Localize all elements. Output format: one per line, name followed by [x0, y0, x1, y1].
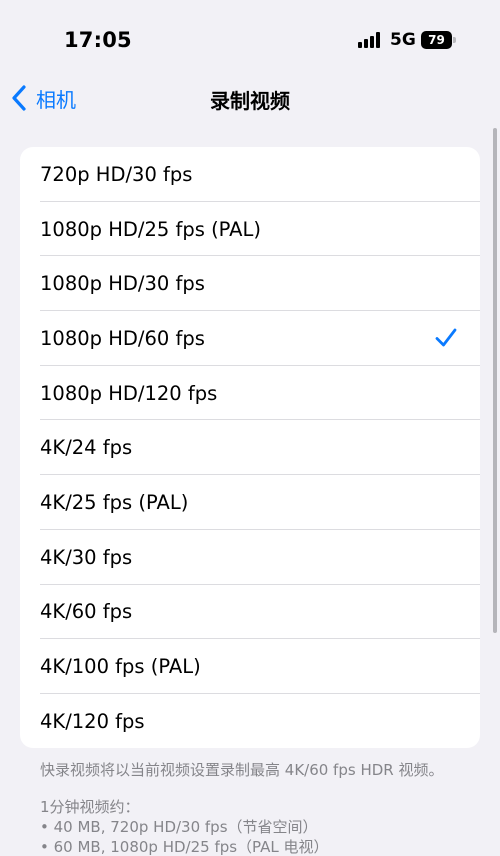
- quick-record-note: 快录视频将以当前视频设置录制最高 4K/60 fps HDR 视频。: [40, 761, 444, 779]
- format-option-row[interactable]: 1080p HD/120 fps: [20, 366, 480, 421]
- estimate-title: 1分钟视频约：: [40, 798, 140, 816]
- format-option-label: 4K/120 fps: [40, 709, 145, 733]
- screen: 17:05 5G 79 相机 录制视频 720p HD/30 fps 1080p …: [0, 0, 500, 856]
- format-option-label: 4K/100 fps (PAL): [40, 655, 201, 679]
- checkmark-icon: [435, 328, 457, 347]
- format-option-label: 1080p HD/30 fps: [40, 272, 205, 296]
- estimate-item: • 40 MB, 720p HD/30 fps（节省空间）: [40, 818, 318, 836]
- estimate-item: • 60 MB, 1080p HD/25 fps（PAL 电视）: [40, 838, 329, 856]
- format-option-row[interactable]: 4K/25 fps (PAL): [20, 475, 480, 530]
- video-format-list: 720p HD/30 fps 1080p HD/25 fps (PAL) 1080p…: [20, 147, 480, 748]
- format-option-label: 4K/25 fps (PAL): [40, 490, 189, 514]
- format-option-label: 1080p HD/25 fps (PAL): [40, 217, 261, 241]
- format-option-label: 720p HD/30 fps: [40, 162, 193, 186]
- format-option-row[interactable]: 1080p HD/25 fps (PAL): [20, 202, 480, 257]
- status-time: 17:05: [64, 28, 132, 52]
- status-bar: 17:05 5G 79: [0, 0, 500, 80]
- scroll-indicator[interactable]: [493, 128, 497, 633]
- format-option-row[interactable]: 4K/60 fps: [20, 585, 480, 640]
- page-title: 录制视频: [210, 89, 290, 113]
- battery-level: 79: [428, 33, 445, 47]
- format-option-row[interactable]: 1080p HD/30 fps: [20, 256, 480, 311]
- format-option-label: 4K/60 fps: [40, 600, 133, 624]
- size-estimate: 1分钟视频约： • 40 MB, 720p HD/30 fps（节省空间） • …: [40, 797, 329, 856]
- format-option-row[interactable]: 4K/24 fps: [20, 420, 480, 475]
- network-type: 5G: [390, 30, 416, 50]
- format-option-row[interactable]: 1080p HD/60 fps: [20, 311, 480, 366]
- format-option-label: 4K/24 fps: [40, 436, 133, 460]
- format-option-label: 4K/30 fps: [40, 545, 133, 569]
- format-option-row[interactable]: 4K/30 fps: [20, 530, 480, 585]
- signal-bars-icon: [358, 32, 384, 48]
- format-option-label: 1080p HD/120 fps: [40, 381, 218, 405]
- format-option-row[interactable]: 4K/100 fps (PAL): [20, 639, 480, 694]
- format-option-row[interactable]: 4K/120 fps: [20, 694, 480, 748]
- format-option-label: 1080p HD/60 fps: [40, 326, 205, 350]
- format-option-row[interactable]: 720p HD/30 fps: [20, 147, 480, 202]
- navigation-bar: 相机 录制视频: [0, 78, 500, 118]
- battery-icon: 79: [421, 31, 456, 49]
